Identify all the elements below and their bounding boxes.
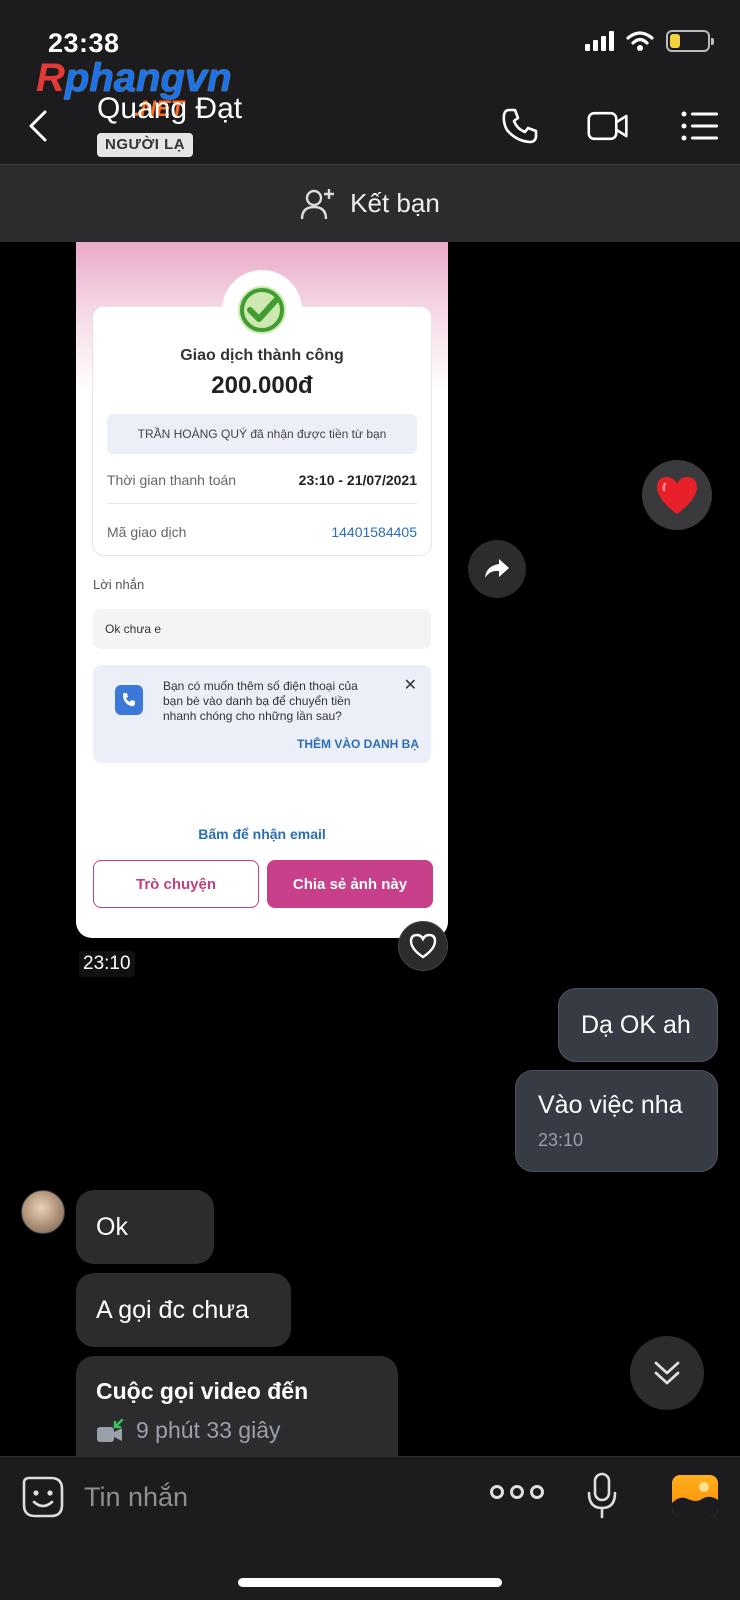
message-input[interactable] (84, 1477, 464, 1517)
signal-icon (585, 31, 614, 51)
status-icons (585, 30, 714, 52)
back-button[interactable] (20, 104, 56, 148)
stranger-badge: NGƯỜI LẠ (97, 133, 194, 157)
contact-tip-text: Bạn có muốn thêm số điện thoại của bạn b… (163, 679, 358, 723)
more-icon (530, 1485, 544, 1499)
message-text: Ok (96, 1212, 128, 1241)
call-title: Cuộc gọi video đến (96, 1378, 309, 1404)
video-call-button[interactable] (586, 104, 630, 148)
microphone-icon (587, 1472, 617, 1519)
add-friend-icon (300, 188, 335, 219)
avatar[interactable] (21, 1190, 65, 1234)
pay-time-label: Thời gian thanh toán (107, 472, 237, 488)
heart-icon (657, 477, 697, 514)
wifi-icon (626, 31, 654, 51)
message-text: A gọi đc chưa (96, 1295, 249, 1324)
voice-call-button[interactable] (498, 104, 542, 148)
add-friend-label: Kết bạn (350, 188, 440, 218)
forward-icon (485, 559, 509, 578)
message-time: 23:10 (79, 951, 135, 977)
txn-row: Mã giao dịch 14401584405 (107, 524, 417, 540)
message-text: Dạ OK ah (581, 1010, 691, 1039)
outgoing-message[interactable]: Vào việc nha 23:10 (515, 1070, 718, 1172)
watermark-r: R (36, 56, 65, 100)
receipt-amount: 200.000đ (211, 372, 313, 399)
image-icon (672, 1482, 718, 1517)
status-time: 23:38 (48, 28, 120, 58)
battery-level (670, 34, 680, 48)
call-info: 9 phút 33 giây (96, 1417, 398, 1444)
success-check-icon (228, 276, 296, 344)
phonebook-icon (115, 685, 143, 715)
chat-header: 23:38 Rphangvn .NET Quang Đạt NGƯỜI LẠ (0, 0, 740, 164)
forward-button[interactable] (468, 540, 526, 598)
contact-tip-box: Bạn có muốn thêm số điện thoại của bạn b… (93, 665, 431, 763)
message-text: Vào việc nha (538, 1091, 683, 1119)
incoming-message[interactable]: A gọi đc chưa (76, 1273, 291, 1347)
message-time: 23:10 (538, 1130, 584, 1150)
add-friend-button[interactable]: Kết bạn (0, 164, 740, 242)
more-icon (510, 1485, 524, 1499)
call-duration: 9 phút 33 giây (136, 1417, 281, 1443)
more-icon (490, 1485, 504, 1499)
back-icon (29, 110, 47, 142)
contact-name[interactable]: Quang Đạt (97, 92, 242, 126)
heart-outline-icon (409, 933, 437, 959)
transfer-message-value: Ok chưa e (93, 609, 431, 649)
pay-time-value: 23:10 - 21/07/2021 (298, 472, 417, 488)
menu-icon (681, 111, 718, 141)
share-image-button: Chia sẻ ảnh này (267, 860, 433, 908)
chat-button: Trò chuyện (93, 860, 259, 908)
double-chevron-down-icon (654, 1361, 680, 1385)
phone-icon (502, 108, 538, 144)
pay-time-row: Thời gian thanh toán 23:10 - 21/07/2021 (107, 472, 417, 488)
home-indicator (238, 1578, 502, 1587)
txn-label: Mã giao dịch (107, 524, 187, 540)
receipt-received-note: TRẦN HOÀNG QUÝ đã nhận được tiền từ bạn (107, 414, 417, 454)
sticker-button[interactable] (21, 1475, 65, 1519)
receipt-image-message[interactable]: Giao dịch thành công 200.000đ TRẦN HOÀNG… (76, 242, 448, 938)
get-email-link: Bấm để nhận email (198, 826, 326, 842)
add-to-contacts-link: THÊM VÀO DANH BẠ (297, 737, 419, 751)
sticker-icon (22, 1476, 64, 1518)
video-call-icon (587, 111, 628, 141)
voice-message-button[interactable] (585, 1471, 619, 1521)
outgoing-message[interactable]: Dạ OK ah (558, 988, 718, 1062)
heart-reaction[interactable] (642, 460, 712, 530)
incoming-video-call-message[interactable]: Cuộc gọi video đến 9 phút 33 giây (76, 1356, 398, 1460)
send-image-button[interactable] (672, 1475, 718, 1517)
incoming-video-call-icon (97, 1418, 124, 1442)
close-icon: ✕ (403, 677, 417, 694)
receipt-title: Giao dịch thành công (180, 347, 344, 364)
transfer-message-label: Lời nhắn (93, 577, 145, 592)
more-button[interactable] (490, 1485, 544, 1499)
scroll-to-bottom-button[interactable] (630, 1336, 704, 1410)
txn-value: 14401584405 (331, 524, 417, 540)
react-button[interactable] (398, 921, 448, 971)
divider (107, 503, 417, 504)
battery-icon (666, 30, 714, 52)
incoming-message[interactable]: Ok (76, 1190, 214, 1264)
menu-button[interactable] (678, 104, 722, 148)
